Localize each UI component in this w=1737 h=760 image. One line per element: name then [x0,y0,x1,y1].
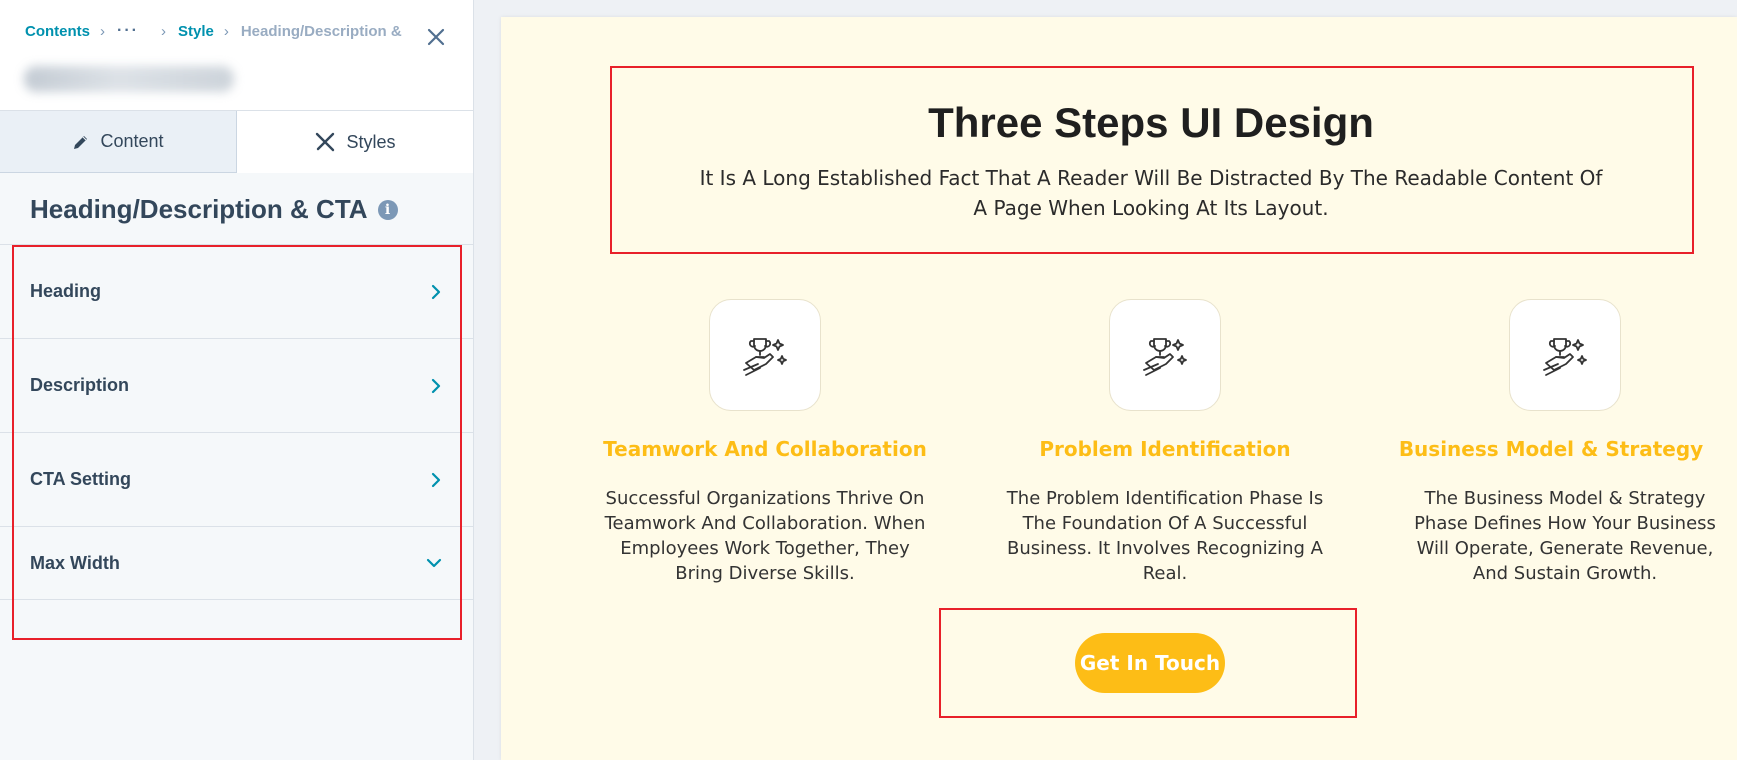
style-section-list: Heading Description CTA Setting Max Widt… [0,244,473,600]
sidebar-header: Contents › ··· › Style › Heading/Descrip… [0,0,473,111]
tab-styles-label: Styles [346,131,396,152]
section-item-description[interactable]: Description [0,338,473,432]
breadcrumb-ellipsis-button[interactable]: ··· [117,22,139,40]
sidebar-tabs: Content Styles [0,111,473,173]
tab-content-label: Content [100,131,164,151]
step-text: Successful Organizations Thrive On Teamw… [604,488,926,584]
module-preview: Three Steps UI Design It Is A Long Estab… [501,17,1737,760]
editor-sidebar: Contents › ··· › Style › Heading/Descrip… [0,0,474,760]
step-text: The Business Model & Strategy Phase Defi… [1414,488,1716,584]
step-title: Business Model & Strategy [1398,437,1704,461]
chevron-right-icon [431,378,441,393]
breadcrumb-separator: › [100,22,105,40]
section-label: Description [30,375,130,395]
breadcrumb-style-link[interactable]: Style [178,23,214,40]
trophy-hand-icon [1509,299,1621,411]
chevron-right-icon [431,472,441,487]
breadcrumb-separator: › [160,22,166,40]
tab-styles[interactable]: Styles [237,111,473,173]
section-item-heading[interactable]: Heading [0,244,473,338]
styles-brush-icon [314,131,336,153]
step-title: Teamwork And Collaboration [603,437,927,461]
breadcrumb: Contents › ··· › Style › Heading/Descrip… [25,22,402,40]
breadcrumb-contents-link[interactable]: Contents [25,23,90,40]
section-item-max-width[interactable]: Max Width [0,526,473,600]
section-label: Heading [30,281,102,301]
step-title: Problem Identification [1039,437,1291,461]
blurred-module-name [24,66,234,92]
preview-heading: Three Steps UI Design [928,99,1374,146]
section-item-cta-setting[interactable]: CTA Setting [0,432,473,526]
preview-description: It Is A Long Established Fact That A Rea… [699,166,1603,220]
chevron-down-icon [426,558,442,568]
breadcrumb-separator: › [223,22,229,40]
step-text: The Problem Identification Phase Is The … [1006,488,1324,584]
panel-title-text: Heading/Description & CTA [30,194,368,224]
section-label: Max Width [30,552,120,573]
tab-content[interactable]: Content [0,111,237,173]
section-label: CTA Setting [30,469,131,489]
breadcrumb-current: Heading/Description & [240,22,402,40]
info-icon[interactable]: i [377,199,398,220]
trophy-hand-icon [1109,299,1221,411]
get-in-touch-button[interactable]: Get In Touch [1075,633,1225,693]
panel-title: Heading/Description & CTA i [30,194,398,225]
pencil-icon [72,133,90,151]
close-icon[interactable] [423,24,449,50]
chevron-right-icon [431,284,441,299]
trophy-hand-icon [709,299,821,411]
